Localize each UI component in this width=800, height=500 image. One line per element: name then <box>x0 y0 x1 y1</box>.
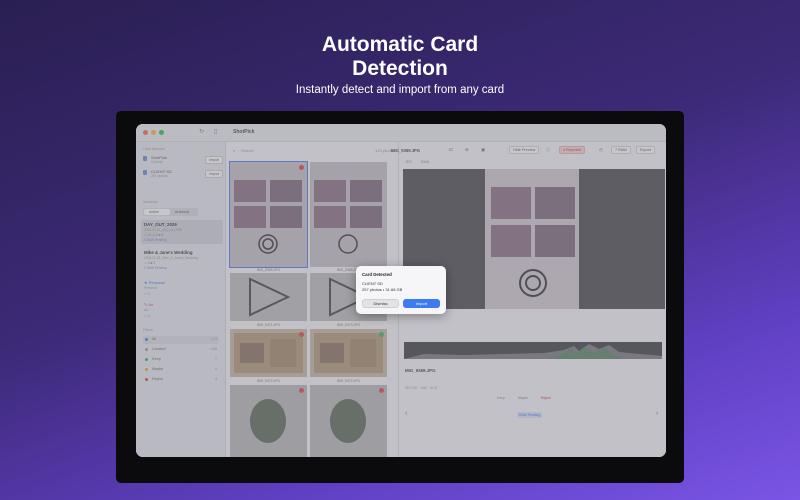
hero-title-line2: Detection <box>352 57 448 80</box>
card-detected-dialog: Card Detected CLIENT SD 257 photos • 31.… <box>356 266 446 314</box>
dialog-summary: 257 photos • 31.66 GB <box>362 287 403 292</box>
dialog-import-button[interactable]: Import <box>403 299 440 308</box>
dialog-title: Card Detected <box>362 272 392 277</box>
dismiss-button[interactable]: Dismiss <box>362 299 399 308</box>
hero-title: Automatic Card Detection <box>0 33 800 81</box>
hero-title-line1: Automatic Card <box>321 33 479 56</box>
app-window: ↻ ▯ ShotPick Card Sources ShotPick Culin… <box>136 124 666 457</box>
dialog-card-name: CLIENT SD <box>362 281 383 286</box>
hero-subtitle: Instantly detect and import from any car… <box>295 84 505 96</box>
